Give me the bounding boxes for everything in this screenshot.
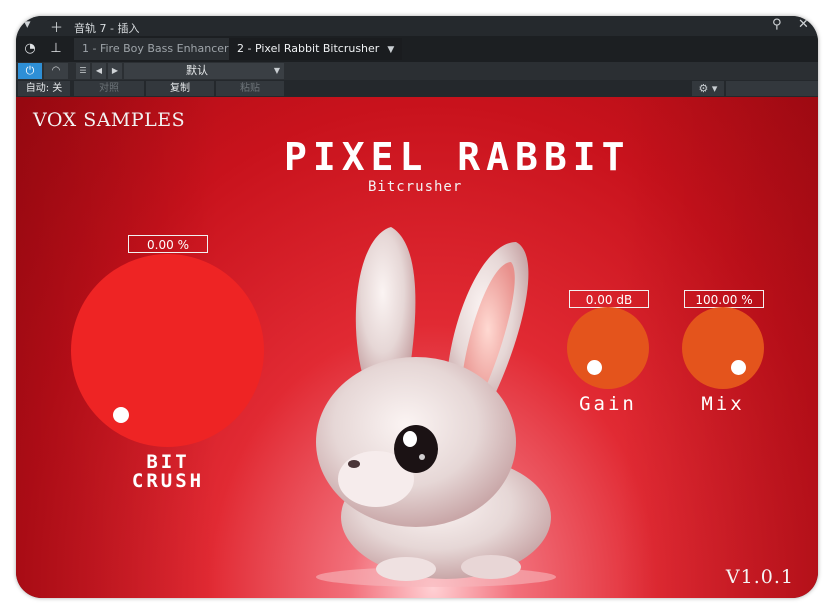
chevron-down-icon: ▼ <box>273 66 280 75</box>
window-title: 音轨 7 - 插入 <box>74 22 140 35</box>
plugin-ui: VOX SAMPLES PIXEL RABBIT Bitcrusher 0.00… <box>16 97 818 598</box>
bitcrush-knob[interactable] <box>71 254 264 447</box>
preset-select[interactable]: 默认 ▼ <box>124 63 284 79</box>
plugin-subtitle: Bitcrusher <box>368 179 463 195</box>
bitcrush-knob-indicator <box>113 407 129 423</box>
preset-bar: ⏻ ◠ ☰ ◀ ▶ 默认 ▼ <box>16 62 818 80</box>
mix-label: Mix <box>701 393 745 415</box>
version-label: V1.0.1 <box>725 566 794 588</box>
tab-fire-boy[interactable]: 1 - Fire Boy Bass Enhancer <box>74 38 237 60</box>
copy-button[interactable]: 复制 <box>146 81 214 96</box>
preset-name: 默认 <box>186 64 208 77</box>
gain-knob[interactable] <box>567 307 649 389</box>
tab-label: 1 - Fire Boy Bass Enhancer <box>82 42 229 55</box>
brand-logo: VOX SAMPLES <box>33 109 186 131</box>
auto-button[interactable]: 自动: 关 <box>18 81 70 96</box>
bitcrush-label-line2: CRUSH <box>131 470 205 492</box>
paste-button[interactable]: 粘贴 <box>216 81 284 96</box>
tab-pixel-rabbit[interactable]: 2 - Pixel Rabbit Bitcrusher ▼ <box>229 38 403 60</box>
tab-dropdown-icon[interactable]: ▼ <box>387 45 394 55</box>
close-icon[interactable]: ✕ <box>798 17 809 32</box>
tab-label: 2 - Pixel Rabbit Bitcrusher <box>237 42 380 55</box>
dropdown-arrow-icon[interactable]: ▾ <box>24 17 31 32</box>
compare-button[interactable]: 对照 <box>74 81 144 96</box>
next-icon[interactable]: ▶ <box>108 63 122 79</box>
gain-knob-indicator <box>587 360 602 375</box>
plugin-window: ▾ ＋ 音轨 7 - 插入 ⚲ ✕ ◔ ⊥ 1 - Fire Boy Bass … <box>16 16 818 598</box>
mix-knob[interactable] <box>682 307 764 389</box>
plugin-tabs: ◔ ⊥ 1 - Fire Boy Bass Enhancer 2 - Pixel… <box>16 36 818 62</box>
rabbit-illustration <box>316 227 556 587</box>
clock-icon[interactable]: ◔ <box>20 40 40 58</box>
action-bar: 自动: 关 对照 复制 粘贴 ⚙ ▾ <box>16 80 818 97</box>
gear-icon[interactable]: ⚙ ▾ <box>692 81 724 96</box>
pin-icon[interactable]: ⚲ <box>772 17 782 32</box>
title-bar: ▾ ＋ 音轨 7 - 插入 ⚲ ✕ <box>16 16 818 36</box>
gain-value-display[interactable]: 0.00 dB <box>569 290 649 308</box>
prev-icon[interactable]: ◀ <box>92 63 106 79</box>
gain-label: Gain <box>579 393 637 415</box>
mix-value-display[interactable]: 100.00 % <box>684 290 764 308</box>
plugin-title: PIXEL RABBIT <box>284 135 631 179</box>
action-bar-spacer <box>726 81 818 96</box>
bitcrush-value-display[interactable]: 0.00 % <box>128 235 208 253</box>
routing-icon[interactable]: ⊥ <box>46 40 66 58</box>
meter-icon[interactable]: ◠ <box>44 63 68 79</box>
bitcrush-label: BIT CRUSH <box>108 453 228 491</box>
plus-icon[interactable]: ＋ <box>50 17 63 36</box>
list-icon[interactable]: ☰ <box>76 63 90 79</box>
mix-knob-indicator <box>731 360 746 375</box>
power-icon[interactable]: ⏻ <box>18 63 42 79</box>
